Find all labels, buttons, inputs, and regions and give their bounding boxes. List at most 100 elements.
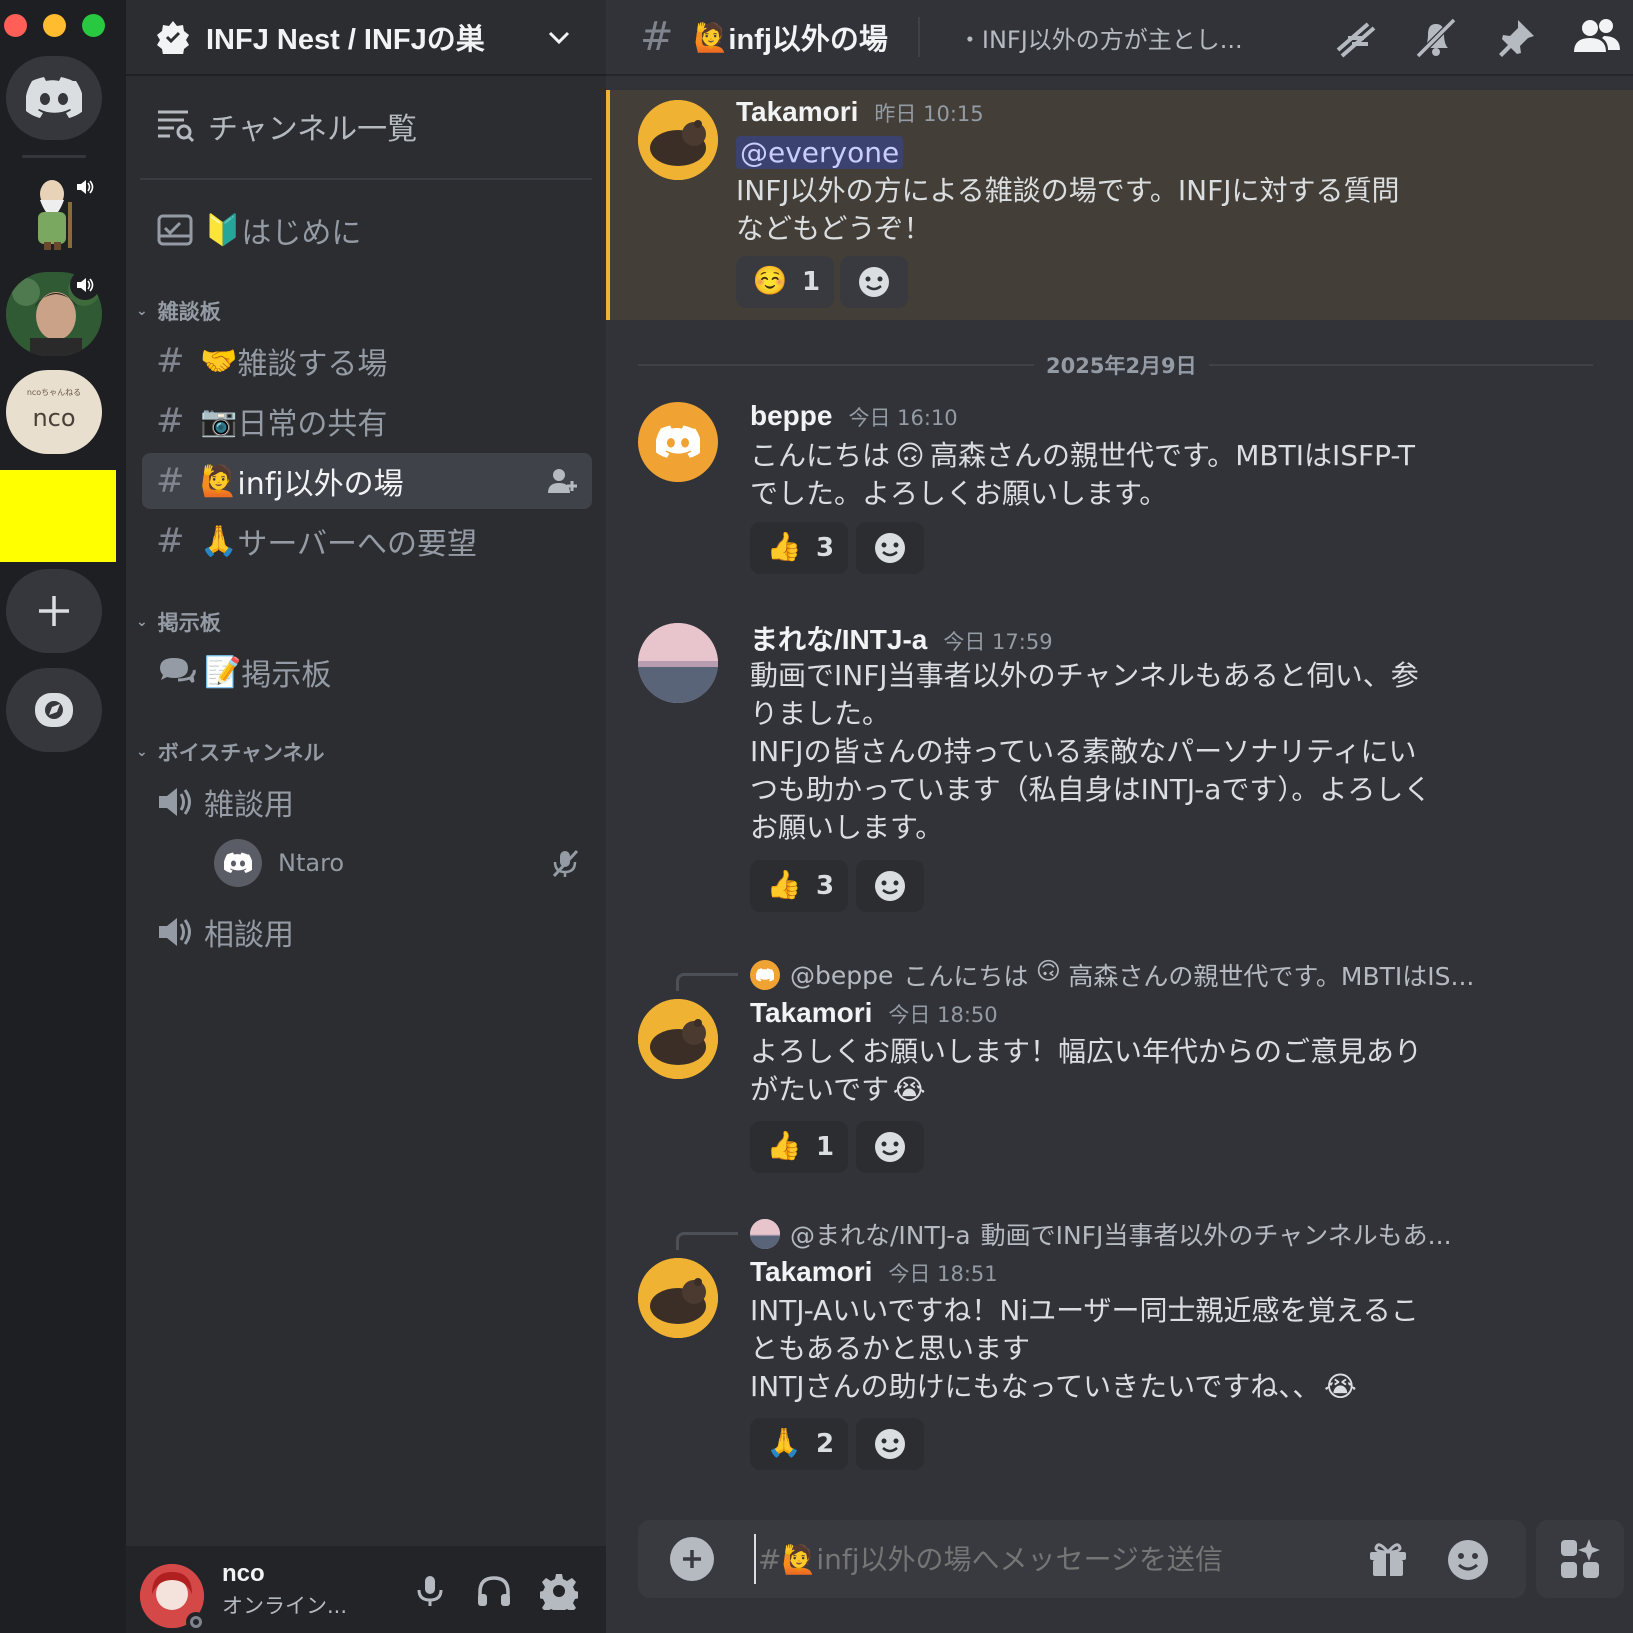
author-name[interactable]: Takamori [750, 1256, 872, 1288]
message-highlighted[interactable]: Takamori 昨日 10:15 @everyone INFJ以外の方による雑… [606, 90, 1633, 320]
message-reply[interactable]: @beppe こんにちは 🙃 高森さんの親世代です。MBTIはIS... Tak… [606, 955, 1633, 1175]
channel-daily[interactable]: # 📷 日常の共有 [142, 393, 592, 449]
author-name[interactable]: Takamori [750, 997, 872, 1029]
category-voice[interactable]: ⌄ ボイスチャンネル [136, 737, 324, 767]
avatar[interactable] [638, 1258, 718, 1338]
author-name[interactable]: beppe [750, 400, 832, 432]
channel-non-infj[interactable]: # 🙋 infj以外の場 [142, 453, 592, 509]
reaction[interactable]: 👍 1 [750, 1121, 849, 1173]
channel-emoji: 🤝 [200, 343, 238, 379]
chevron-down-icon[interactable] [546, 24, 572, 50]
gift-icon[interactable] [1368, 1540, 1408, 1578]
everyone-mention[interactable]: @everyone [736, 136, 904, 169]
sunset-avatar-art [638, 623, 718, 703]
add-server-button[interactable] [6, 569, 102, 653]
channel-label: 雑談する場 [237, 347, 388, 382]
reply-text: 動画でINFJ当事者以外のチャンネルもあ... [980, 1221, 1452, 1250]
category-chat[interactable]: ⌄ 雑談板 [136, 296, 221, 326]
threads-icon[interactable] [1334, 18, 1378, 58]
message-body: INTJ-Aいいですね！Niユーザー同士親近感を覚えるこ ともあるかと思います … [750, 1292, 1419, 1406]
reaction-count: 3 [816, 871, 835, 901]
category-board[interactable]: ⌄ 掲示板 [136, 607, 221, 637]
user-info[interactable]: nco オンライン... [222, 1560, 347, 1620]
message-reply[interactable]: @まれな/INTJ-a 動画でINFJ当事者以外のチャンネルもあ... Taka… [606, 1214, 1633, 1474]
microphone-icon[interactable] [414, 1574, 446, 1608]
channel-forum[interactable]: 📝 掲示板 [142, 644, 592, 700]
minimize-window-button[interactable] [43, 14, 66, 37]
bear-avatar-art [638, 100, 718, 180]
channel-requests[interactable]: # 🙏 サーバーへの要望 [142, 513, 592, 569]
avatar[interactable] [638, 623, 718, 703]
smile-icon [875, 871, 905, 901]
member-list-icon[interactable] [1574, 16, 1620, 56]
server-nco[interactable]: ncoちゃんねる nco [6, 370, 102, 454]
reaction[interactable]: 🙏 2 [750, 1418, 849, 1470]
discord-logo-icon [26, 77, 82, 118]
zoom-window-button[interactable] [82, 14, 105, 37]
speaker-icon [159, 918, 191, 946]
channel-welcome[interactable]: 🔰 はじめに [142, 202, 592, 258]
server-yellow[interactable] [0, 470, 116, 562]
add-reaction-button[interactable] [856, 522, 924, 574]
discover-button[interactable] [6, 668, 102, 752]
channel-emoji: 🙏 [200, 523, 238, 559]
channel-label: 日常の共有 [237, 407, 388, 442]
message-line: INTJ-Aいいですね！Niユーザー同士親近感を覚えるこ [750, 1294, 1419, 1327]
message-line: INTJさんの助けにもなっていきたいですね、、 [750, 1370, 1321, 1403]
message-meta: まれな/INTJ-a 今日 17:59 [750, 618, 1053, 658]
gear-icon[interactable] [540, 1572, 578, 1610]
reaction[interactable]: ☺️ 1 [736, 256, 835, 308]
author-name[interactable]: Takamori [736, 96, 858, 128]
add-reaction-button[interactable] [856, 1418, 924, 1470]
close-window-button[interactable] [4, 14, 27, 37]
hash-icon: # [156, 341, 185, 381]
headphones-icon[interactable] [476, 1574, 512, 1608]
timestamp: 今日 16:10 [848, 406, 958, 430]
reply-preview[interactable]: @まれな/INTJ-a 動画でINFJ当事者以外のチャンネルもあ... [750, 1216, 1452, 1252]
message-line: りました。 [750, 697, 891, 730]
voice-label: 相談用 [204, 918, 294, 953]
apps-icon [1561, 1539, 1600, 1578]
channel-chat[interactable]: # 🤝 雑談する場 [142, 333, 592, 389]
reply-author: @beppe [790, 960, 894, 990]
avatar[interactable] [638, 402, 718, 482]
timestamp: 今日 17:59 [943, 630, 1053, 654]
message-line: つも助かっています（私自身はINTJ-aです）。よろしく [750, 773, 1432, 806]
message-text: こんにちは [750, 439, 891, 472]
add-reaction-button[interactable] [856, 1121, 924, 1173]
browse-channels[interactable]: チャンネル一覧 [156, 104, 417, 148]
message-line: お願いします。 [750, 811, 944, 844]
add-reaction-button[interactable] [840, 256, 908, 308]
voice-channel-consult[interactable]: 相談用 [142, 904, 592, 960]
reply-preview[interactable]: @beppe こんにちは 🙃 高森さんの親世代です。MBTIはIS... [750, 957, 1474, 993]
message-body: よろしくお願いします！幅広い年代からのご意見あり がたいです 😭 [750, 1033, 1422, 1109]
apps-button[interactable] [1536, 1520, 1624, 1598]
reaction[interactable]: 👍 3 [750, 860, 849, 912]
speaker-icon [70, 270, 100, 300]
invite-user-icon[interactable] [548, 467, 578, 495]
forum-emoji: 📝 [204, 654, 242, 690]
header-topic[interactable]: ・INFJ以外の方が主とし... [958, 20, 1278, 55]
bear-avatar-art [638, 999, 718, 1079]
smile-icon [859, 267, 889, 297]
pin-icon[interactable] [1494, 16, 1538, 60]
guild-header[interactable]: INFJ Nest / INFJの巣 [126, 0, 606, 76]
crying-face-emoji: 😭 [892, 1073, 926, 1106]
emoji-picker-icon[interactable] [1446, 1538, 1490, 1582]
home-button[interactable] [6, 56, 102, 140]
message[interactable]: beppe 今日 16:10 こんにちは 🙃 高森さんの親世代です。MBTIはISF… [606, 400, 1633, 580]
user-status: オンライン... [222, 1594, 348, 1618]
reaction-emoji: 👍 [766, 868, 802, 901]
avatar[interactable] [638, 999, 718, 1079]
add-reaction-button[interactable] [856, 860, 924, 912]
upload-button[interactable] [670, 1537, 714, 1581]
message-input[interactable] [754, 1534, 1334, 1584]
voice-user[interactable]: Ntaro [214, 838, 594, 888]
avatar[interactable] [638, 100, 718, 180]
author-name[interactable]: まれな/INTJ-a [750, 618, 927, 658]
voice-channel-chat[interactable]: 雑談用 [142, 774, 592, 830]
message[interactable]: まれな/INTJ-a 今日 17:59 動画でINFJ当事者以外のチャンネルもあ… [606, 620, 1633, 920]
reaction[interactable]: 👍 3 [750, 522, 849, 574]
forum-label: 掲示板 [241, 658, 332, 693]
bell-muted-icon[interactable] [1414, 16, 1458, 60]
